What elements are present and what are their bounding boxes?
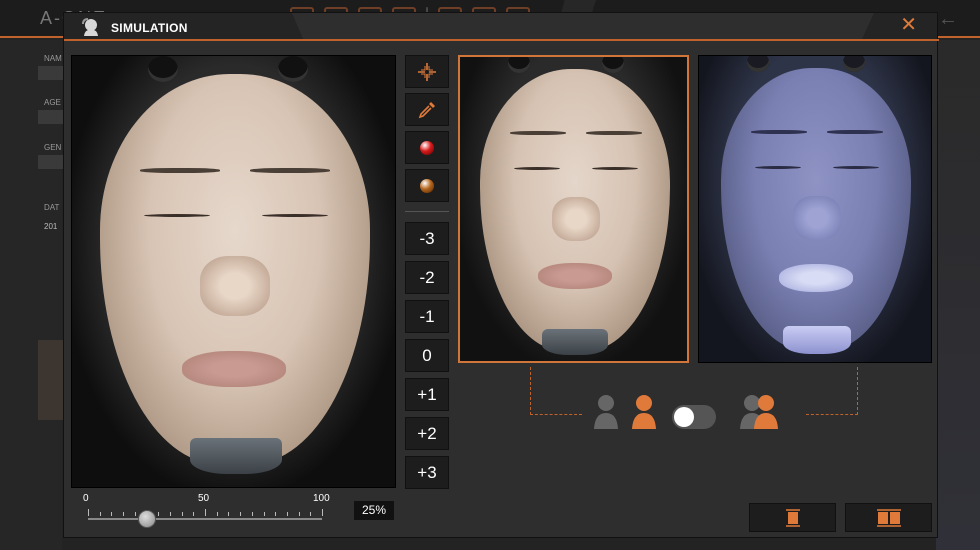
- slider-tick: [216, 512, 218, 516]
- level-button-plus3[interactable]: +3: [405, 456, 449, 489]
- slider-tick: [181, 512, 183, 516]
- slider-tick: [123, 512, 125, 516]
- bg-thumbnail: [38, 340, 64, 420]
- slider-tick: [193, 512, 195, 516]
- left-eyebrow: [510, 131, 566, 135]
- slider-tick: [310, 512, 312, 516]
- bg-field: [38, 155, 64, 169]
- right-eye: [592, 167, 638, 170]
- brown-color-button[interactable]: [405, 169, 449, 202]
- view-toggle-switch[interactable]: [672, 405, 716, 429]
- intensity-slider: 0 50 100 25%: [71, 490, 396, 535]
- compare-photo-normal[interactable]: [458, 55, 689, 363]
- slider-tick: [205, 509, 206, 516]
- dual-frame-icon: [876, 508, 901, 527]
- slider-tick: [286, 512, 288, 516]
- split-view-button[interactable]: [845, 503, 932, 532]
- connector-right: [806, 367, 858, 415]
- toolbar-separator: [405, 211, 449, 212]
- level-button-minus3[interactable]: -3: [405, 222, 449, 255]
- slider-track[interactable]: [88, 518, 322, 520]
- bg-label-name: NAM: [44, 54, 62, 63]
- bg-date-value: 201: [44, 222, 58, 231]
- slider-tick: [88, 509, 89, 516]
- slider-label-min: 0: [83, 493, 89, 504]
- slider-value: 25%: [354, 501, 394, 520]
- bg-right-panel: [936, 40, 980, 550]
- single-view-button[interactable]: [749, 503, 836, 532]
- bg-label-date: DAT: [44, 203, 60, 212]
- right-eyebrow: [586, 131, 642, 135]
- right-eye: [833, 166, 879, 169]
- left-eye: [144, 214, 210, 217]
- slider-tick: [263, 512, 265, 516]
- slider-tick: [228, 512, 230, 516]
- crosshair-button[interactable]: [405, 55, 449, 88]
- red-ball-icon: [420, 140, 434, 155]
- left-eyebrow: [140, 168, 220, 173]
- slider-tick: [158, 512, 160, 516]
- eyedropper-icon: [418, 101, 435, 118]
- level-button-minus1[interactable]: -1: [405, 300, 449, 333]
- chin-rest: [783, 326, 851, 354]
- face-profile-icon: [82, 18, 98, 36]
- main-face-photo[interactable]: [71, 55, 396, 488]
- simulation-modal: SIMULATION ✕ 0 50 100 25% -3 -2 -1 0 +1 …: [63, 12, 939, 538]
- chin-rest: [190, 438, 282, 474]
- red-color-button[interactable]: [405, 131, 449, 164]
- slider-tick: [99, 512, 101, 516]
- chin-rest: [542, 329, 608, 355]
- level-button-minus2[interactable]: -2: [405, 261, 449, 294]
- compare-photo-uv[interactable]: [698, 55, 932, 363]
- slider-tick: [275, 512, 277, 516]
- close-button[interactable]: ✕: [900, 15, 917, 35]
- right-eyebrow: [250, 168, 330, 173]
- lips: [182, 351, 286, 387]
- lips: [538, 263, 612, 289]
- person-gray-icon: [594, 395, 618, 429]
- slider-label-mid: 50: [198, 493, 210, 504]
- bg-field: [38, 66, 64, 80]
- slider-tick: [251, 512, 253, 516]
- nose: [200, 256, 270, 316]
- slider-label-max: 100: [313, 493, 330, 504]
- single-person-icons: [594, 395, 656, 429]
- slider-tick: [240, 512, 242, 516]
- toggle-knob: [674, 407, 694, 427]
- brown-ball-icon: [420, 178, 434, 193]
- title-accent-line: [64, 39, 939, 41]
- slider-tick: [111, 512, 113, 516]
- level-button-plus2[interactable]: +2: [405, 417, 449, 450]
- bg-label-gender: GEN: [44, 143, 62, 152]
- lips: [779, 264, 853, 292]
- slider-tick: [134, 512, 136, 516]
- level-button-plus1[interactable]: +1: [405, 378, 449, 411]
- left-eye: [514, 167, 560, 170]
- right-eyebrow: [827, 130, 883, 134]
- slider-tick: [322, 509, 323, 516]
- overlay-persons-icon: [740, 395, 778, 429]
- crosshair-icon: [418, 62, 436, 81]
- connector-left: [530, 367, 582, 415]
- bg-label-age: AGE: [44, 98, 61, 107]
- person-orange-icon: [632, 395, 656, 429]
- modal-title: SIMULATION: [111, 21, 188, 35]
- level-button-zero[interactable]: 0: [405, 339, 449, 372]
- single-frame-icon: [785, 508, 800, 527]
- headrest-knob: [148, 56, 178, 82]
- nose: [552, 197, 600, 241]
- headrest-knob: [278, 56, 308, 82]
- eyedropper-button[interactable]: [405, 93, 449, 126]
- slider-tick: [298, 512, 300, 516]
- left-eye: [755, 166, 801, 169]
- bg-field: [38, 110, 64, 124]
- slider-thumb[interactable]: [137, 510, 156, 528]
- slider-tick: [169, 512, 171, 516]
- nose: [793, 196, 841, 240]
- right-eye: [262, 214, 328, 217]
- left-eyebrow: [751, 130, 807, 134]
